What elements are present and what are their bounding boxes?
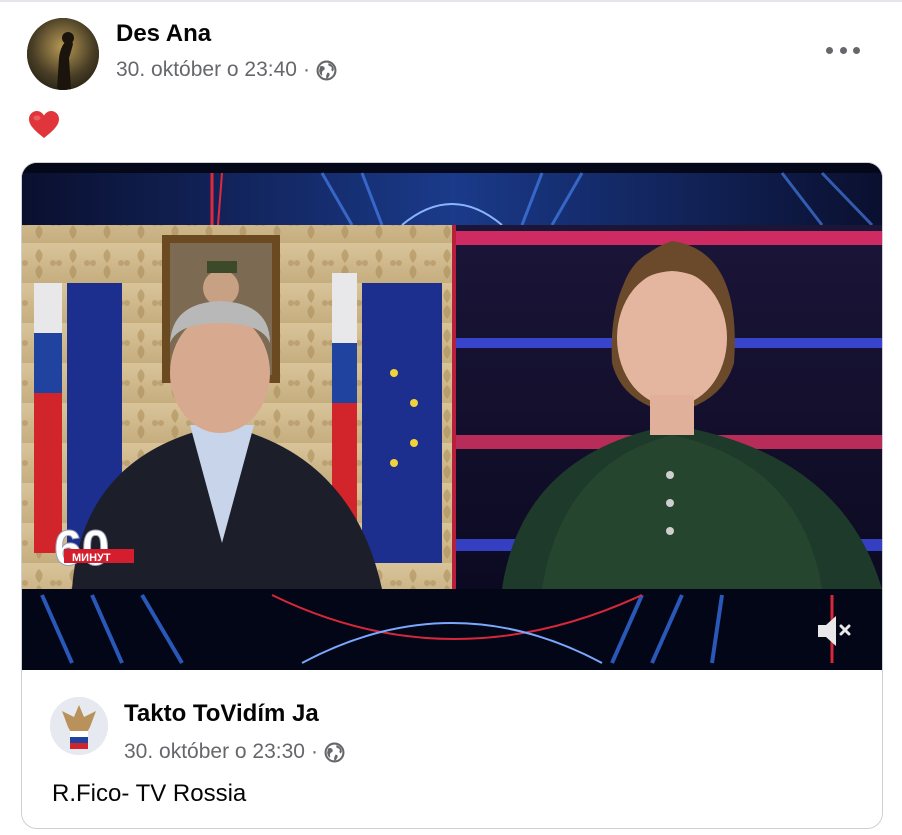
- speaker-muted-icon[interactable]: [814, 613, 854, 649]
- video-player[interactable]: 60 МИНУТ: [22, 163, 882, 670]
- shared-post-text: R.Fico- TV Rossia: [52, 780, 247, 807]
- more-options-icon[interactable]: [826, 38, 860, 62]
- author-avatar[interactable]: [27, 18, 99, 90]
- video-frame: 60 МИНУТ: [22, 163, 882, 670]
- shared-author-avatar[interactable]: [50, 697, 108, 755]
- red-heart-emoji: [29, 111, 59, 138]
- more-dot: [826, 46, 833, 54]
- shared-post-card[interactable]: 60 МИНУТ Takto ToVidím Ja 30. október o …: [21, 162, 883, 829]
- facebook-post: Des Ana 30. október o 23:40 · 60 МИНУТ T…: [0, 0, 902, 835]
- shared-post-details: Takto ToVidím Ja 30. október o 23:30 · R…: [22, 670, 882, 828]
- more-dot: [853, 46, 860, 54]
- globe-icon[interactable]: [316, 60, 337, 81]
- globe-icon[interactable]: [324, 742, 345, 763]
- divider: [0, 0, 902, 2]
- shared-post-timestamp[interactable]: 30. október o 23:30: [124, 740, 305, 764]
- shared-author-name[interactable]: Takto ToVidím Ja: [124, 700, 319, 728]
- author-name[interactable]: Des Ana: [116, 20, 211, 48]
- logo-label: МИНУТ: [72, 552, 111, 564]
- meta-separator: ·: [310, 740, 318, 763]
- post-meta: 30. október o 23:40 ·: [116, 58, 337, 82]
- post-timestamp[interactable]: 30. október o 23:40: [116, 58, 297, 82]
- more-dot: [839, 46, 847, 54]
- meta-separator: ·: [302, 58, 310, 81]
- shared-post-meta: 30. október o 23:30 ·: [124, 740, 345, 764]
- logo-number: 60: [54, 520, 110, 576]
